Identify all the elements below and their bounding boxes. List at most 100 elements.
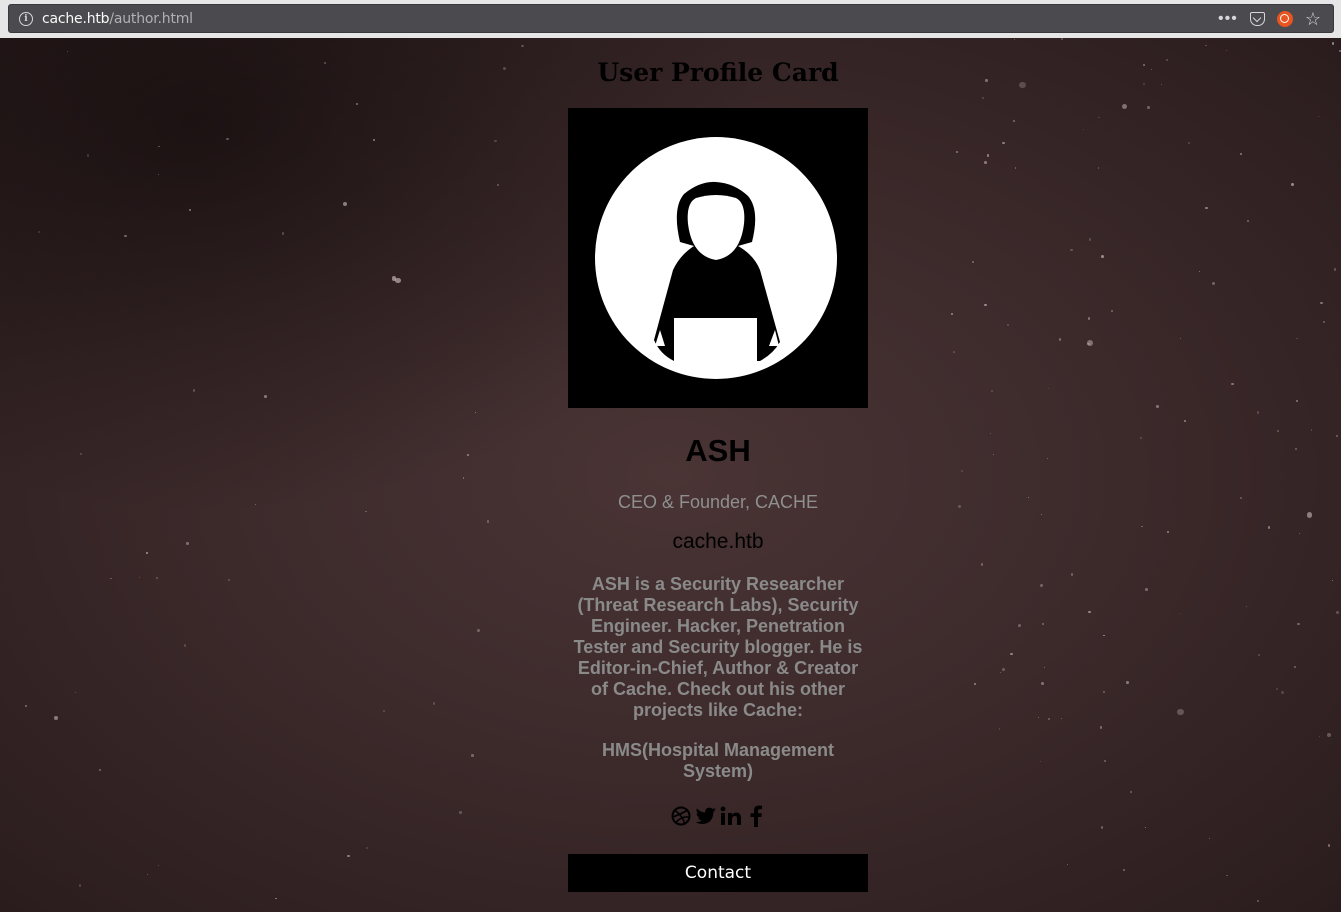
background-speck bbox=[75, 692, 77, 694]
background-speck bbox=[109, 577, 112, 580]
pocket-icon[interactable] bbox=[1249, 11, 1265, 26]
ubuntu-extension-icon[interactable] bbox=[1276, 10, 1293, 27]
background-speck bbox=[1126, 680, 1129, 684]
background-speck bbox=[158, 145, 160, 147]
background-speck bbox=[1322, 320, 1325, 323]
site-info-icon[interactable]: i bbox=[19, 11, 33, 26]
background-speck bbox=[1039, 584, 1043, 588]
background-speck bbox=[1010, 653, 1013, 656]
background-speck bbox=[1002, 141, 1005, 145]
background-speck bbox=[1018, 81, 1026, 89]
background-speck bbox=[1225, 49, 1228, 51]
contact-button[interactable]: Contact bbox=[568, 854, 868, 892]
background-speck bbox=[1039, 760, 1041, 762]
background-speck bbox=[1298, 532, 1301, 534]
background-speck bbox=[1318, 736, 1321, 738]
background-speck bbox=[1320, 302, 1323, 305]
background-speck bbox=[1294, 666, 1296, 668]
background-speck bbox=[189, 208, 192, 211]
background-speck bbox=[80, 452, 83, 455]
page-actions-menu-icon[interactable]: ••• bbox=[1218, 10, 1238, 27]
background-speck bbox=[521, 44, 524, 47]
background-speck bbox=[999, 671, 1001, 673]
background-speck bbox=[1060, 38, 1064, 41]
dribbble-icon[interactable] bbox=[670, 805, 692, 827]
background-speck bbox=[1121, 103, 1127, 109]
background-speck bbox=[365, 846, 369, 850]
background-speck bbox=[1256, 411, 1260, 414]
background-speck bbox=[1295, 399, 1298, 403]
background-speck bbox=[1275, 688, 1278, 691]
background-speck bbox=[1070, 249, 1073, 252]
background-speck bbox=[1167, 531, 1169, 534]
background-speck bbox=[1226, 874, 1229, 877]
background-speck bbox=[1088, 238, 1092, 241]
background-speck bbox=[1297, 622, 1300, 626]
background-speck bbox=[1099, 725, 1103, 729]
background-speck bbox=[1043, 666, 1046, 669]
background-speck bbox=[124, 234, 127, 238]
background-speck bbox=[1141, 525, 1143, 528]
twitter-icon[interactable] bbox=[695, 805, 717, 827]
background-speck bbox=[1007, 324, 1010, 326]
background-speck bbox=[1150, 68, 1152, 70]
background-speck bbox=[1103, 634, 1106, 637]
background-speck bbox=[226, 138, 229, 141]
background-speck bbox=[471, 754, 474, 757]
background-speck bbox=[1060, 717, 1063, 719]
background-speck bbox=[372, 139, 375, 142]
address-bar-tools: ••• ☆ bbox=[1218, 10, 1321, 28]
background-speck bbox=[1037, 716, 1040, 719]
background-speck bbox=[1205, 44, 1207, 47]
background-speck bbox=[1212, 282, 1215, 286]
linkedin-icon[interactable] bbox=[720, 805, 742, 827]
background-speck bbox=[1142, 63, 1146, 66]
address-bar[interactable]: i cache.htb/author.html ••• ☆ bbox=[8, 4, 1334, 33]
background-speck bbox=[1317, 115, 1319, 117]
background-speck bbox=[1306, 512, 1313, 518]
background-speck bbox=[986, 154, 990, 157]
background-speck bbox=[950, 312, 954, 316]
background-speck bbox=[1166, 58, 1168, 61]
profile-project: HMS(Hospital Management System) bbox=[601, 740, 835, 781]
background-speck bbox=[1231, 383, 1234, 386]
background-speck bbox=[227, 579, 230, 582]
background-speck bbox=[984, 303, 987, 306]
background-speck bbox=[1123, 869, 1126, 872]
background-speck bbox=[324, 62, 326, 64]
background-speck bbox=[1296, 337, 1298, 340]
background-speck bbox=[952, 351, 955, 353]
avatar bbox=[568, 108, 868, 408]
facebook-icon[interactable] bbox=[745, 805, 767, 827]
background-speck bbox=[1246, 219, 1249, 223]
url-host: cache.htb bbox=[42, 10, 110, 27]
background-speck bbox=[1142, 83, 1145, 86]
profile-bio: ASH is a Security Researcher (Threat Res… bbox=[573, 574, 863, 720]
background-speck bbox=[192, 389, 196, 392]
background-speck bbox=[1280, 691, 1284, 695]
background-speck bbox=[275, 897, 277, 900]
background-speck bbox=[1048, 717, 1051, 720]
background-speck bbox=[992, 453, 994, 455]
background-speck bbox=[466, 453, 469, 456]
url-text[interactable]: cache.htb/author.html bbox=[42, 11, 193, 27]
background-speck bbox=[503, 67, 507, 71]
background-speck bbox=[1180, 338, 1182, 340]
background-speck bbox=[157, 864, 159, 866]
background-speck bbox=[985, 79, 988, 82]
background-speck bbox=[78, 884, 82, 887]
background-speck bbox=[1041, 622, 1044, 625]
background-speck bbox=[67, 51, 69, 53]
background-speck bbox=[53, 715, 59, 721]
background-speck bbox=[1082, 129, 1084, 131]
hooded-hacker-icon bbox=[595, 137, 837, 379]
background-speck bbox=[1110, 309, 1113, 312]
social-links bbox=[568, 805, 868, 827]
background-speck bbox=[1129, 791, 1132, 794]
background-speck bbox=[1018, 624, 1021, 627]
background-speck bbox=[1239, 152, 1243, 156]
background-speck bbox=[1028, 497, 1030, 499]
background-speck bbox=[486, 520, 490, 523]
background-speck bbox=[1177, 708, 1184, 716]
bookmark-star-icon[interactable]: ☆ bbox=[1305, 10, 1321, 28]
